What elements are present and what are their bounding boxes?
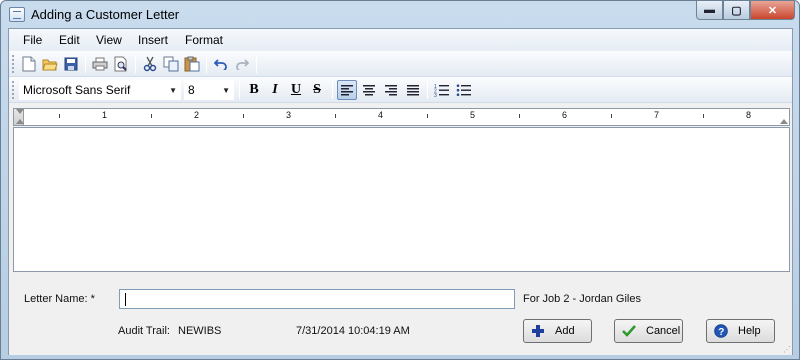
bold-button[interactable]: B	[244, 80, 264, 100]
ruler-number: 3	[286, 110, 292, 120]
window-title: Adding a Customer Letter	[31, 7, 180, 22]
letter-editor[interactable]	[13, 127, 790, 272]
toolbar-separator	[85, 55, 86, 73]
align-center-icon	[363, 85, 375, 96]
resize-grip-icon[interactable]: ⋰	[783, 345, 791, 354]
toolbar-separator	[206, 55, 207, 73]
letter-name-label: Letter Name: *	[24, 293, 95, 305]
menu-insert[interactable]: Insert	[138, 33, 168, 47]
menu-edit[interactable]: Edit	[59, 33, 80, 47]
add-button-label: Add	[555, 325, 575, 337]
dropdown-arrow-icon: ▼	[222, 86, 230, 95]
copy-icon[interactable]	[161, 54, 181, 74]
menu-format[interactable]: Format	[185, 33, 223, 47]
letter-name-field[interactable]	[119, 289, 515, 309]
numbered-list-button[interactable]: 123	[432, 80, 452, 100]
justify-button[interactable]	[403, 80, 423, 100]
add-button[interactable]: Add	[523, 319, 592, 343]
bullet-list-button[interactable]	[454, 80, 474, 100]
font-size-combo[interactable]: 8 ▼	[184, 80, 234, 100]
ruler-number: 7	[654, 110, 660, 120]
numbered-list-icon: 123	[434, 84, 449, 97]
ruler-number: 4	[378, 110, 384, 120]
standard-toolbar	[9, 51, 792, 77]
text-caret	[125, 293, 126, 306]
checkmark-icon	[621, 323, 637, 339]
font-size-value: 8	[188, 83, 195, 97]
redo-icon[interactable]	[232, 54, 252, 74]
toolbar-grip[interactable]	[12, 55, 15, 73]
dialog-window: Adding a Customer Letter ▬ ▢ ✕ File Edit…	[0, 0, 800, 360]
italic-button[interactable]: I	[265, 80, 285, 100]
underline-button[interactable]: U	[286, 80, 306, 100]
help-button-label: Help	[738, 325, 761, 337]
right-indent-marker[interactable]	[780, 119, 788, 124]
ruler-number: 1	[102, 110, 108, 120]
formatting-toolbar: Microsoft Sans Serif ▼ 8 ▼ B I U S 1 2 3	[9, 77, 792, 103]
save-icon[interactable]	[61, 54, 81, 74]
toolbar-separator	[239, 81, 240, 99]
menu-bar: File Edit View Insert Format	[9, 29, 792, 51]
caption-buttons: ▬ ▢ ✕	[696, 1, 795, 20]
font-name-value: Microsoft Sans Serif	[23, 83, 131, 97]
toolbar-separator	[332, 81, 333, 99]
menu-file[interactable]: File	[23, 33, 42, 47]
toolbar-separator	[256, 55, 257, 73]
ruler-number: 8	[746, 110, 752, 120]
hanging-indent-marker[interactable]	[16, 119, 24, 124]
ruler-number: 6	[562, 110, 568, 120]
help-icon: ?	[713, 323, 729, 339]
for-job-text: For Job 2 - Jordan Giles	[523, 293, 641, 305]
svg-text:3: 3	[434, 93, 437, 97]
app-icon	[9, 7, 25, 22]
minimize-button[interactable]: ▬	[696, 1, 723, 20]
ruler-number: 5	[470, 110, 476, 120]
print-preview-icon[interactable]	[111, 54, 131, 74]
toolbar-separator	[135, 55, 136, 73]
open-folder-icon[interactable]	[40, 54, 60, 74]
justify-icon	[407, 85, 419, 96]
svg-text:?: ?	[718, 327, 724, 338]
maximize-button[interactable]: ▢	[723, 1, 750, 20]
paste-icon[interactable]	[182, 54, 202, 74]
first-line-indent-marker[interactable]	[16, 109, 24, 114]
letter-form: Letter Name: * For Job 2 - Jordan Giles …	[9, 273, 792, 355]
new-document-icon[interactable]	[19, 54, 39, 74]
cancel-button-label: Cancel	[646, 325, 681, 337]
undo-icon[interactable]	[211, 54, 231, 74]
toolbar-grip[interactable]	[12, 81, 15, 99]
close-button[interactable]: ✕	[750, 1, 795, 20]
cancel-button[interactable]: Cancel	[614, 319, 683, 343]
align-center-button[interactable]	[359, 80, 379, 100]
menu-view[interactable]: View	[96, 33, 122, 47]
print-icon[interactable]	[90, 54, 110, 74]
align-left-icon	[341, 85, 353, 96]
bullet-list-icon	[456, 84, 471, 96]
title-bar[interactable]: Adding a Customer Letter ▬ ▢ ✕	[1, 1, 799, 28]
audit-trail-label: Audit Trail:	[118, 325, 170, 337]
audit-user: NEWIBS	[178, 325, 222, 337]
strikethrough-button[interactable]: S	[307, 80, 327, 100]
client-area: File Edit View Insert Format Microsoft S…	[8, 28, 793, 355]
align-right-icon	[385, 85, 397, 96]
ruler-number: 2	[194, 110, 200, 120]
font-name-combo[interactable]: Microsoft Sans Serif ▼	[19, 80, 181, 100]
ruler[interactable]: 1 2 3 4 5 6 7 8	[13, 108, 790, 126]
audit-timestamp: 7/31/2014 10:04:19 AM	[296, 325, 410, 337]
letter-name-input[interactable]	[120, 290, 514, 308]
cut-icon[interactable]	[140, 54, 160, 74]
toolbar-separator	[427, 81, 428, 99]
align-left-button[interactable]	[337, 80, 357, 100]
align-right-button[interactable]	[381, 80, 401, 100]
plus-icon	[530, 323, 546, 339]
dropdown-arrow-icon: ▼	[169, 86, 177, 95]
help-button[interactable]: ? Help	[706, 319, 775, 343]
